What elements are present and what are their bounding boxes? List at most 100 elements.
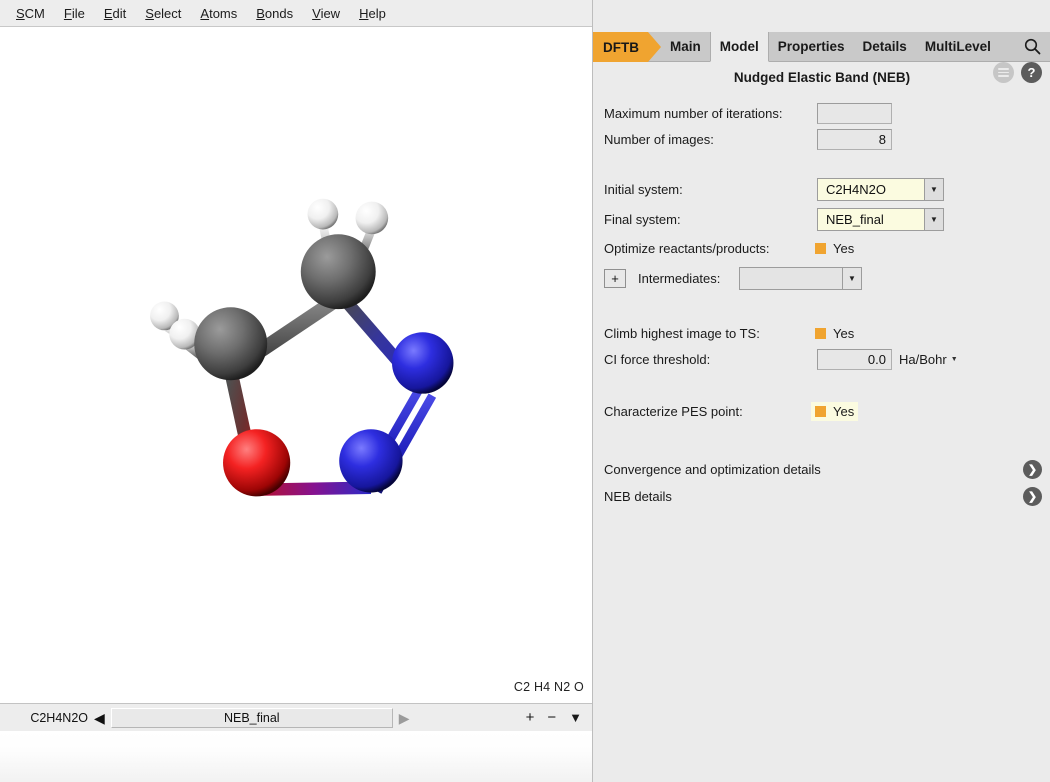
- search-icon[interactable]: [1024, 32, 1050, 61]
- nav-add-button[interactable]: +: [526, 710, 535, 725]
- nav-menu-caret[interactable]: ▼: [569, 711, 582, 724]
- tabbar-top-spacer: [593, 0, 1050, 32]
- tab-multilevel[interactable]: MultiLevel: [916, 32, 1000, 61]
- row-optimize-reactants: Optimize reactants/products: Yes: [593, 235, 1050, 262]
- max-iterations-input[interactable]: [817, 103, 892, 124]
- menu-mnemonic: E: [104, 6, 113, 21]
- ci-force-unit-dropdown[interactable]: Ha/Bohr ▼: [899, 352, 958, 367]
- spacer-2: [593, 294, 1050, 320]
- chevron-down-icon[interactable]: ▼: [924, 179, 943, 200]
- link-convergence-label: Convergence and optimization details: [604, 462, 821, 477]
- menu-item-scm[interactable]: SCM: [7, 4, 55, 23]
- menu-bar: SCMFileEditSelectAtomsBondsViewHelp: [0, 0, 592, 27]
- characterize-pes-value: Yes: [833, 404, 854, 419]
- row-num-images: Number of images: 8: [593, 126, 1050, 152]
- label-characterize-pes: Characterize PES point:: [604, 404, 743, 419]
- link-convergence-details[interactable]: Convergence and optimization details ❯: [593, 456, 1050, 483]
- menu-label-rest: onds: [265, 6, 293, 21]
- spacer-5: [593, 446, 1050, 456]
- molecule-3d-render[interactable]: [0, 28, 592, 675]
- initial-system-dropdown[interactable]: C2H4N2O ▼: [817, 178, 944, 201]
- tab-properties[interactable]: Properties: [769, 32, 854, 61]
- final-system-dropdown[interactable]: NEB_final ▼: [817, 208, 944, 231]
- atom-o[interactable]: [223, 429, 290, 496]
- molecule-viewport[interactable]: C2 H4 N2 O: [0, 28, 592, 703]
- menu-item-select[interactable]: Select: [136, 4, 191, 23]
- label-final-system: Final system:: [604, 212, 681, 227]
- help-circle-icon[interactable]: ?: [1021, 62, 1042, 83]
- chevron-down-icon[interactable]: ▼: [842, 268, 861, 289]
- label-intermediates: Intermediates:: [638, 271, 720, 286]
- tab-model[interactable]: Model: [710, 32, 769, 62]
- menu-mnemonic: F: [64, 6, 72, 21]
- menu-mnemonic: B: [256, 6, 265, 21]
- atom-n[interactable]: [392, 332, 453, 393]
- optimize-reactants-checkbox[interactable]: Yes: [811, 239, 858, 258]
- row-max-iterations: Maximum number of iterations:: [593, 100, 1050, 126]
- label-num-images: Number of images:: [604, 132, 714, 147]
- label-optimize-reactants: Optimize reactants/products:: [604, 241, 769, 256]
- menu-item-file[interactable]: File: [55, 4, 95, 23]
- nav-remove-button[interactable]: −: [547, 710, 556, 725]
- menu-mnemonic: S: [16, 6, 25, 21]
- spacer-4: [593, 424, 1050, 446]
- ci-force-unit-label: Ha/Bohr: [899, 352, 947, 367]
- menu-item-help[interactable]: Help: [350, 4, 396, 23]
- nav-next-button[interactable]: ▶: [393, 711, 416, 725]
- menu-item-view[interactable]: View: [303, 4, 350, 23]
- row-final-system: Final system: NEB_final ▼: [593, 204, 1050, 235]
- menu-label-rest: dit: [113, 6, 127, 21]
- nav-previous-button[interactable]: ◀: [92, 711, 111, 725]
- intermediates-dropdown[interactable]: ▼: [739, 267, 862, 290]
- engine-badge-dftb[interactable]: DFTB: [593, 32, 661, 62]
- add-intermediate-button[interactable]: +: [604, 269, 626, 288]
- row-climb-highest: Climb highest image to TS: Yes: [593, 320, 1050, 346]
- nav-system-name: C2H4N2O: [0, 711, 92, 725]
- menu-label-rest: CM: [25, 6, 45, 21]
- chevron-right-icon[interactable]: ❯: [1023, 460, 1042, 479]
- atom-c[interactable]: [194, 307, 267, 380]
- tab-details[interactable]: Details: [854, 32, 916, 61]
- link-neb-details[interactable]: NEB details ❯: [593, 483, 1050, 510]
- label-ci-force-threshold: CI force threshold:: [604, 352, 710, 367]
- menu-mnemonic: A: [200, 6, 209, 21]
- checkbox-indicator: [815, 406, 826, 417]
- initial-system-value: C2H4N2O: [818, 182, 924, 197]
- label-max-iterations: Maximum number of iterations:: [604, 106, 782, 121]
- ci-force-threshold-input[interactable]: 0.0: [817, 349, 892, 370]
- menu-item-edit[interactable]: Edit: [95, 4, 136, 23]
- application-window: SCMFileEditSelectAtomsBondsViewHelp: [0, 0, 1050, 782]
- menu-item-bonds[interactable]: Bonds: [247, 4, 303, 23]
- menu-label-rest: iew: [321, 6, 341, 21]
- climb-highest-checkbox[interactable]: Yes: [811, 324, 858, 343]
- row-characterize-pes: Characterize PES point: Yes: [593, 398, 1050, 424]
- nav-system-field[interactable]: NEB_final: [111, 708, 393, 728]
- menu-label-rest: toms: [209, 6, 237, 21]
- label-climb-highest: Climb highest image to TS:: [604, 326, 760, 341]
- menu-mnemonic: V: [312, 6, 320, 21]
- atom-h[interactable]: [356, 202, 389, 235]
- characterize-pes-checkbox[interactable]: Yes: [811, 402, 858, 421]
- num-images-input[interactable]: 8: [817, 129, 892, 150]
- chevron-down-icon[interactable]: ▼: [924, 209, 943, 230]
- menu-mnemonic: S: [145, 6, 154, 21]
- atom-n[interactable]: [339, 429, 402, 492]
- link-neb-label: NEB details: [604, 489, 672, 504]
- checkbox-indicator: [815, 328, 826, 339]
- atom-h[interactable]: [308, 199, 339, 230]
- tab-main[interactable]: Main: [661, 32, 710, 61]
- atom-c[interactable]: [301, 234, 376, 309]
- system-navigation-bar: C2H4N2O ◀ NEB_final ▶ + − ▼: [0, 703, 592, 731]
- spacer-1: [593, 152, 1050, 174]
- chevron-down-icon[interactable]: ▼: [951, 356, 958, 363]
- menu-label-rest: ile: [72, 6, 85, 21]
- menu-label-rest: elp: [368, 6, 385, 21]
- settings-panel: DFTB Main Model Properties Details Multi…: [592, 0, 1050, 782]
- menu-circle-icon[interactable]: [993, 62, 1014, 83]
- menu-item-atoms[interactable]: Atoms: [191, 4, 247, 23]
- checkbox-indicator: [815, 243, 826, 254]
- atom-toolbar-area: ➤ C O N H Cl X▾ ⬡ ★ ☙ ⚙: [0, 731, 592, 782]
- tab-bar: DFTB Main Model Properties Details Multi…: [593, 32, 1050, 62]
- chevron-right-icon[interactable]: ❯: [1023, 487, 1042, 506]
- settings-form: Maximum number of iterations: Number of …: [593, 100, 1050, 510]
